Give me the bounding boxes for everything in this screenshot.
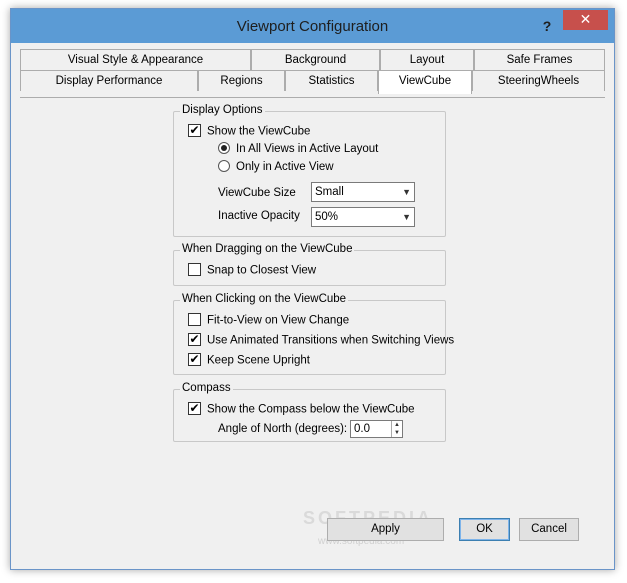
- display-options-group: Display Options ✔ Show the ViewCube In Al…: [173, 104, 446, 237]
- window-title: Viewport Configuration: [236, 18, 389, 35]
- snap-label: Snap to Closest View: [207, 264, 317, 277]
- tab-display-performance[interactable]: Display Performance: [20, 70, 198, 91]
- spinner-arrows[interactable]: ▲ ▼: [391, 421, 402, 437]
- spin-up-icon[interactable]: ▲: [392, 421, 402, 429]
- fit-to-view-checkbox-box[interactable]: [188, 313, 201, 326]
- animated-check-icon[interactable]: ✔: [188, 333, 201, 346]
- help-button[interactable]: ?: [536, 16, 558, 36]
- fit-to-view-checkbox[interactable]: Fit-to-View on View Change: [188, 313, 350, 327]
- show-compass-label: Show the Compass below the ViewCube: [207, 403, 415, 416]
- apply-button[interactable]: Apply: [327, 518, 444, 541]
- keep-upright-label: Keep Scene Upright: [207, 354, 310, 367]
- show-viewcube-check-icon[interactable]: ✔: [188, 124, 201, 137]
- spin-down-icon[interactable]: ▼: [392, 429, 402, 437]
- inactive-opacity-label: Inactive Opacity: [218, 210, 300, 222]
- snap-checkbox[interactable]: Snap to Closest View: [188, 263, 317, 277]
- snap-checkbox-box[interactable]: [188, 263, 201, 276]
- angle-of-north-value: 0.0: [354, 423, 370, 435]
- viewport-configuration-dialog: Viewport Configuration ? ✕ Visual Style …: [10, 8, 615, 570]
- chevron-down-icon: ▼: [402, 187, 411, 197]
- radio-active-view-label: Only in Active View: [236, 161, 334, 174]
- ok-button[interactable]: OK: [459, 518, 510, 541]
- compass-group: Compass ✔ Show the Compass below the View…: [173, 382, 446, 442]
- inactive-opacity-value: 50%: [315, 211, 339, 223]
- viewcube-size-label: ViewCube Size: [218, 187, 296, 199]
- tab-statistics[interactable]: Statistics: [285, 70, 378, 91]
- cancel-button[interactable]: Cancel: [519, 518, 579, 541]
- inactive-opacity-select[interactable]: 50% ▼: [311, 207, 415, 227]
- show-compass-checkbox[interactable]: ✔ Show the Compass below the ViewCube: [188, 402, 415, 416]
- angle-of-north-label: Angle of North (degrees):: [218, 423, 348, 435]
- chevron-down-icon: ▼: [402, 212, 411, 222]
- animated-transitions-checkbox[interactable]: ✔ Use Animated Transitions when Switching…: [188, 333, 455, 347]
- radio-all-views[interactable]: In All Views in Active Layout: [218, 142, 379, 156]
- tab-steeringwheels[interactable]: SteeringWheels: [472, 70, 605, 91]
- tab-layout[interactable]: Layout: [380, 49, 474, 70]
- show-compass-check-icon[interactable]: ✔: [188, 402, 201, 415]
- show-viewcube-label: Show the ViewCube: [207, 125, 311, 138]
- dragging-group: When Dragging on the ViewCube Snap to Cl…: [173, 243, 446, 286]
- close-button[interactable]: ✕: [563, 10, 608, 30]
- tab-viewcube[interactable]: ViewCube: [378, 70, 472, 94]
- clicking-title: When Clicking on the ViewCube: [180, 293, 349, 305]
- keep-upright-checkbox[interactable]: ✔ Keep Scene Upright: [188, 353, 310, 367]
- tab-visual-style[interactable]: Visual Style & Appearance: [20, 49, 251, 70]
- tab-safe-frames[interactable]: Safe Frames: [474, 49, 605, 70]
- viewcube-size-select[interactable]: Small ▼: [311, 182, 415, 202]
- tab-background[interactable]: Background: [251, 49, 380, 70]
- radio-active-view[interactable]: Only in Active View: [218, 160, 334, 174]
- radio-unselected-icon[interactable]: [218, 160, 230, 172]
- upright-check-icon[interactable]: ✔: [188, 353, 201, 366]
- show-viewcube-checkbox[interactable]: ✔ Show the ViewCube: [188, 124, 311, 138]
- clicking-group: When Clicking on the ViewCube Fit-to-Vie…: [173, 293, 454, 375]
- display-options-title: Display Options: [180, 104, 265, 116]
- radio-selected-icon[interactable]: [218, 142, 230, 154]
- animated-transitions-label: Use Animated Transitions when Switching …: [207, 334, 455, 347]
- compass-title: Compass: [180, 382, 233, 394]
- tab-regions[interactable]: Regions: [198, 70, 285, 91]
- dialog-client-area: Visual Style & Appearance Background Lay…: [18, 43, 607, 563]
- viewcube-panel: Display Options ✔ Show the ViewCube In Al…: [18, 98, 607, 563]
- angle-of-north-spinner[interactable]: 0.0 ▲ ▼: [350, 420, 403, 438]
- viewcube-size-value: Small: [315, 186, 344, 198]
- radio-all-views-label: In All Views in Active Layout: [236, 143, 379, 156]
- title-bar[interactable]: Viewport Configuration ? ✕: [11, 9, 614, 43]
- dragging-title: When Dragging on the ViewCube: [180, 243, 355, 255]
- fit-to-view-label: Fit-to-View on View Change: [207, 314, 350, 327]
